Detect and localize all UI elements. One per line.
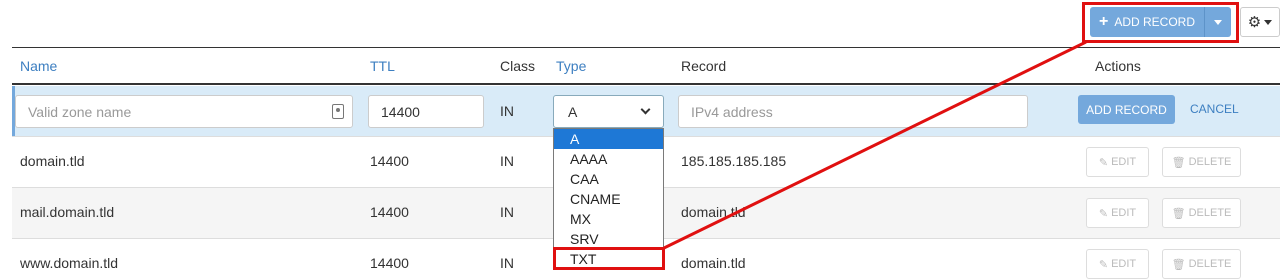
add-record-highlight [1082,2,1239,43]
txt-option-highlight [553,247,665,270]
callout-arrow-line [663,40,1087,250]
